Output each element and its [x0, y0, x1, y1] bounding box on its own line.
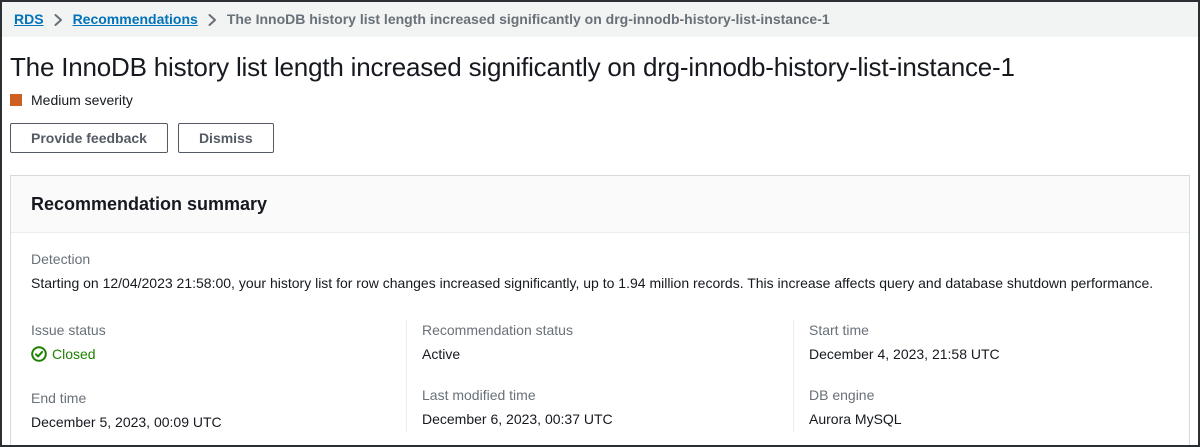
card-body: Detection Starting on 12/04/2023 21:58:0… [11, 233, 1189, 447]
end-time-field: End time December 5, 2023, 00:09 UTC [31, 388, 392, 432]
provide-feedback-button[interactable]: Provide feedback [10, 123, 168, 153]
detection-section: Detection Starting on 12/04/2023 21:58:0… [31, 249, 1169, 294]
summary-column-2: Recommendation status Active Last modifi… [406, 320, 793, 432]
summary-fields-grid: Issue status Closed End time December 5,… [31, 320, 1169, 432]
issue-status-field: Issue status Closed [31, 320, 392, 367]
end-time-label: End time [31, 388, 392, 408]
card-header: Recommendation summary [11, 176, 1189, 233]
action-buttons: Provide feedback Dismiss [10, 123, 1190, 153]
issue-status-value: Closed [31, 344, 96, 364]
last-modified-time-field: Last modified time December 6, 2023, 00:… [422, 385, 779, 429]
card-title: Recommendation summary [31, 193, 1169, 215]
detection-text: Starting on 12/04/2023 21:58:00, your hi… [31, 273, 1169, 294]
detection-label: Detection [31, 249, 1169, 269]
severity-label: Medium severity [31, 92, 133, 108]
chevron-right-icon [54, 14, 63, 26]
end-time-value: December 5, 2023, 00:09 UTC [31, 412, 392, 432]
issue-status-label: Issue status [31, 320, 392, 340]
severity-indicator: Medium severity [10, 92, 1190, 108]
breadcrumb: RDS Recommendations The InnoDB history l… [2, 2, 1198, 37]
db-engine-value: Aurora MySQL [809, 409, 1155, 429]
db-engine-field: DB engine Aurora MySQL [809, 385, 1155, 429]
db-engine-label: DB engine [809, 385, 1155, 405]
check-circle-icon [31, 346, 47, 362]
rds-recommendation-detail-page: RDS Recommendations The InnoDB history l… [0, 0, 1200, 447]
start-time-field: Start time December 4, 2023, 21:58 UTC [809, 320, 1155, 364]
breadcrumb-current-page: The InnoDB history list length increased… [227, 11, 830, 27]
recommendation-status-label: Recommendation status [422, 320, 779, 340]
recommendation-summary-card: Recommendation summary Detection Startin… [10, 175, 1190, 447]
last-modified-time-label: Last modified time [422, 385, 779, 405]
page-title: The InnoDB history list length increased… [10, 51, 1190, 83]
main-content: The InnoDB history list length increased… [2, 51, 1198, 447]
breadcrumb-link-recommendations[interactable]: Recommendations [73, 11, 198, 27]
last-modified-time-value: December 6, 2023, 00:37 UTC [422, 409, 779, 429]
breadcrumb-link-rds[interactable]: RDS [14, 11, 44, 27]
summary-column-1: Issue status Closed End time December 5,… [31, 320, 406, 432]
summary-column-3: Start time December 4, 2023, 21:58 UTC D… [793, 320, 1169, 432]
medium-severity-icon [10, 94, 22, 106]
start-time-value: December 4, 2023, 21:58 UTC [809, 344, 1155, 364]
recommendation-status-value: Active [422, 344, 779, 364]
issue-status-text: Closed [52, 344, 96, 364]
recommendation-status-field: Recommendation status Active [422, 320, 779, 364]
chevron-right-icon [208, 14, 217, 26]
dismiss-button[interactable]: Dismiss [178, 123, 274, 153]
start-time-label: Start time [809, 320, 1155, 340]
